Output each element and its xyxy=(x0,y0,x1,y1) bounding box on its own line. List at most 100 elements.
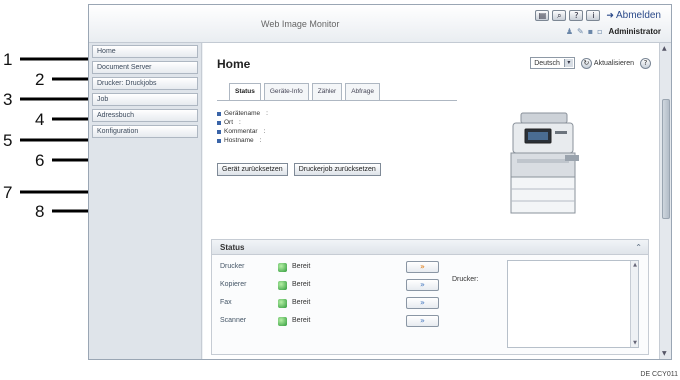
sidebar: Home Document Server Drucker: Druckjobs … xyxy=(89,43,202,359)
device-state: Bereit xyxy=(292,281,311,288)
scanner-detail-button[interactable]: » xyxy=(406,315,439,327)
action-buttons: Gerät zurücksetzen Druckerjob zurücksetz… xyxy=(217,163,381,176)
header: Web Image Monitor ▤ ⌕ ? i ➜ Abmelden ♟ ✎ … xyxy=(89,5,671,43)
info-label: Hostname xyxy=(224,137,254,144)
status-panel: Status ⌃ Drucker Bereit » Kopierer Berei… xyxy=(211,239,649,355)
sidebar-item-printer-jobs[interactable]: Drucker: Druckjobs xyxy=(92,77,198,90)
main-content: Home Deutsch ▾ ↻ Aktualisieren ? Status Ge… xyxy=(203,43,659,359)
image-code: DE CCY011 xyxy=(640,371,678,378)
help-icon[interactable]: ? xyxy=(569,10,584,21)
status-row: Fax Bereit » xyxy=(220,297,440,311)
list-icon[interactable]: ▤ xyxy=(535,10,550,21)
tab-inquiry[interactable]: Abfrage xyxy=(345,83,380,100)
logout-link[interactable]: ➜ Abmelden xyxy=(606,10,661,21)
ready-led-icon xyxy=(278,281,287,290)
settings-icon: ✎ xyxy=(577,27,584,36)
logout-icon: ➜ xyxy=(606,10,614,20)
info-value: : xyxy=(239,119,241,126)
callout-5: 5 xyxy=(3,131,13,150)
tab-counter[interactable]: Zähler xyxy=(311,83,343,100)
page-scrollbar[interactable]: ▲ ▼ xyxy=(659,43,671,359)
user-row: ♟ ✎ ▪ ▫ Administrator xyxy=(566,27,661,36)
info-value: : xyxy=(266,110,268,117)
sidebar-item-home[interactable]: Home xyxy=(92,45,198,58)
sidebar-item-document-server[interactable]: Document Server xyxy=(92,61,198,74)
callout-1: 1 xyxy=(3,50,13,69)
sidebar-item-job[interactable]: Job xyxy=(92,93,198,106)
search-icon[interactable]: ⌕ xyxy=(552,10,567,21)
tab-device-info[interactable]: Geräte-Info xyxy=(263,83,309,100)
device-info-list: Gerätename: Ort: Kommentar: Hostname: xyxy=(217,109,268,145)
device-name: Drucker xyxy=(220,263,245,270)
device-name: Fax xyxy=(220,299,232,306)
device-state: Bereit xyxy=(292,299,311,306)
language-area: Deutsch ▾ ↻ Aktualisieren ? xyxy=(530,57,651,69)
callout-2: 2 xyxy=(35,70,45,89)
callout-4: 4 xyxy=(35,110,45,129)
scroll-up-icon[interactable]: ▲ xyxy=(662,45,667,52)
user-name: Administrator xyxy=(608,27,661,36)
info-icon[interactable]: i xyxy=(586,10,601,21)
info-label: Gerätename xyxy=(224,110,261,117)
printer-detail-button[interactable]: » xyxy=(406,261,439,273)
tab-divider xyxy=(217,100,457,101)
status-heading: Status xyxy=(220,243,245,252)
tab-bar: Status Geräte-Info Zähler Abfrage xyxy=(229,83,380,100)
callout-6: 6 xyxy=(35,151,45,170)
info-row: Kommentar: xyxy=(217,127,268,136)
browser-window: Web Image Monitor ▤ ⌕ ? i ➜ Abmelden ♟ ✎ … xyxy=(88,4,672,360)
info-row: Gerätename: xyxy=(217,109,268,118)
scroll-down-icon[interactable]: ▼ xyxy=(633,340,637,346)
scroll-up-icon[interactable]: ▲ xyxy=(633,262,637,268)
status-header[interactable]: Status ⌃ xyxy=(212,240,648,255)
callout-3: 3 xyxy=(3,90,13,109)
bullet-icon xyxy=(217,138,221,143)
sidebar-item-configuration[interactable]: Konfiguration xyxy=(92,125,198,138)
info-label: Kommentar xyxy=(224,128,258,135)
message-label: Drucker: xyxy=(452,276,479,283)
printer-image xyxy=(510,112,579,214)
fax-detail-button[interactable]: » xyxy=(406,297,439,309)
copier-detail-button[interactable]: » xyxy=(406,279,439,291)
refresh-icon: ↻ xyxy=(580,57,592,69)
page-title: Home xyxy=(217,57,251,71)
callout-8: 8 xyxy=(35,202,45,221)
info-row: Hostname: xyxy=(217,136,268,145)
info-value: : xyxy=(263,128,266,135)
bullet-icon xyxy=(217,120,221,125)
reset-device-button[interactable]: Gerät zurücksetzen xyxy=(217,163,288,176)
refresh-label: Aktualisieren xyxy=(593,59,634,67)
collapse-icon[interactable]: ⌃ xyxy=(635,240,642,255)
help-circle-icon[interactable]: ? xyxy=(640,57,651,69)
ready-led-icon xyxy=(278,317,287,326)
message-scrollbar[interactable] xyxy=(630,261,638,347)
scrollbar-thumb[interactable] xyxy=(662,99,670,219)
ready-led-icon xyxy=(278,299,287,308)
status-row: Kopierer Bereit » xyxy=(220,279,440,293)
bullet-icon xyxy=(217,111,221,116)
sidebar-item-address-book[interactable]: Adressbuch xyxy=(92,109,198,122)
refresh-button[interactable]: ↻ Aktualisieren xyxy=(580,57,634,69)
info-label: Ort xyxy=(224,119,234,126)
reset-print-job-button[interactable]: Druckerjob zurücksetzen xyxy=(293,163,381,176)
device-state: Bereit xyxy=(292,263,311,270)
page-icon: ▫ xyxy=(597,27,603,36)
status-row: Drucker Bereit » xyxy=(220,261,440,275)
ready-led-icon xyxy=(278,263,287,272)
logout-label: Abmelden xyxy=(615,10,661,21)
callout-7: 7 xyxy=(3,183,13,202)
message-box[interactable]: ▲ ▼ xyxy=(507,260,639,348)
device-name: Kopierer xyxy=(220,281,247,288)
tab-status[interactable]: Status xyxy=(229,83,261,100)
info-value: : xyxy=(259,137,262,144)
user-icon: ♟ xyxy=(565,27,573,36)
device-state: Bereit xyxy=(292,317,311,324)
language-select[interactable]: Deutsch ▾ xyxy=(530,57,575,69)
scroll-down-icon[interactable]: ▼ xyxy=(662,350,667,357)
lock-icon: ▪ xyxy=(587,27,594,36)
language-value: Deutsch xyxy=(534,60,560,67)
device-name: Scanner xyxy=(220,317,247,324)
status-row: Scanner Bereit » xyxy=(220,315,440,329)
app-title: Web Image Monitor xyxy=(261,19,340,29)
chevron-down-icon: ▾ xyxy=(563,59,573,67)
